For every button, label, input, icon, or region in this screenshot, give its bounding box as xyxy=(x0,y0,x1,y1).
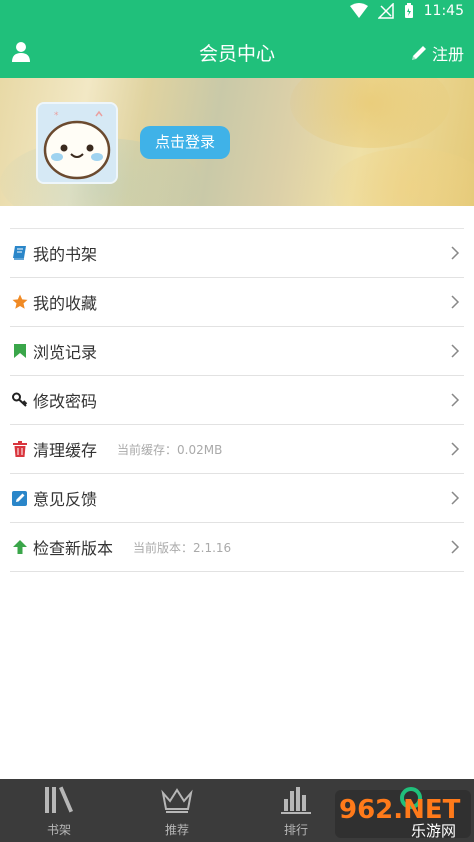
pencil-icon xyxy=(411,46,426,60)
chevron-right-icon xyxy=(451,393,460,407)
chevron-right-icon xyxy=(451,442,460,456)
menu-item-label: 修改密码 xyxy=(33,392,98,411)
status-icons: 11:45 xyxy=(349,3,464,19)
menu-item-label: 我的书架 xyxy=(33,245,98,264)
svg-text:*: * xyxy=(54,111,59,121)
menu-item-label: 清理缓存 xyxy=(33,441,98,460)
watermark-logo: 962.NET 乐游网 xyxy=(335,787,471,840)
watermark-text-bottom: 乐游网 xyxy=(411,822,456,840)
register-label: 注册 xyxy=(431,45,464,64)
tab-bookshelf[interactable]: 书架 xyxy=(0,779,118,842)
smiley-avatar-icon: * xyxy=(38,104,116,182)
tab-label: 推荐 xyxy=(164,823,189,837)
menu-item-favorites[interactable]: 我的收藏 xyxy=(10,278,464,327)
tab-recommend[interactable]: 推荐 xyxy=(118,779,236,842)
chevron-right-icon xyxy=(451,540,460,554)
cache-size-text: 当前缓存：0.02MB xyxy=(117,442,223,457)
login-button[interactable]: 点击登录 xyxy=(140,126,230,159)
watermark-text-top: 962.NET xyxy=(339,795,461,825)
no-signal-icon xyxy=(377,3,394,19)
star-icon xyxy=(11,293,29,311)
tab-label: 书架 xyxy=(46,823,71,837)
menu-item-clear-cache[interactable]: 清理缓存 当前缓存：0.02MB xyxy=(10,425,464,474)
status-bar: 11:45 xyxy=(0,0,474,26)
menu-item-label: 我的收藏 xyxy=(33,294,98,313)
menu-item-history[interactable]: 浏览记录 xyxy=(10,327,464,376)
menu-item-change-password[interactable]: 修改密码 xyxy=(10,376,464,425)
register-button[interactable]: 注册 xyxy=(410,41,464,65)
version-text: 当前版本：2.1.16 xyxy=(133,540,232,555)
menu-item-bookshelf[interactable]: 我的书架 xyxy=(10,229,464,278)
menu-item-check-update[interactable]: 检查新版本 当前版本：2.1.16 xyxy=(10,523,464,572)
page-title: 会员中心 xyxy=(198,43,275,65)
settings-menu: 我的书架 我的收藏 浏览记录 修改密码 清理缓存 当前缓存：0.02MB 意见反… xyxy=(10,228,464,572)
avatar[interactable]: * xyxy=(36,102,118,184)
status-time: 11:45 xyxy=(423,3,464,19)
book-icon xyxy=(11,244,29,262)
chevron-right-icon xyxy=(451,491,460,505)
bar-chart-icon xyxy=(281,787,311,814)
bookshelf-icon xyxy=(45,786,73,813)
wifi-icon xyxy=(349,3,368,18)
bookmark-icon xyxy=(11,342,29,360)
app-bar: 会员中心 注册 xyxy=(0,26,474,78)
menu-item-label: 浏览记录 xyxy=(33,343,98,362)
battery-icon xyxy=(404,3,413,18)
crown-icon xyxy=(161,788,193,813)
arrow-up-icon xyxy=(11,538,29,556)
edit-icon xyxy=(11,489,29,507)
banner-decoration xyxy=(330,148,474,206)
banner-decoration xyxy=(290,78,450,148)
chevron-right-icon xyxy=(451,246,460,260)
chevron-right-icon xyxy=(451,295,460,309)
key-icon xyxy=(11,391,29,409)
trash-icon xyxy=(11,440,29,458)
menu-item-feedback[interactable]: 意见反馈 xyxy=(10,474,464,523)
chevron-right-icon xyxy=(451,344,460,358)
menu-item-label: 检查新版本 xyxy=(33,539,114,558)
menu-item-label: 意见反馈 xyxy=(33,490,98,509)
profile-banner: * 点击登录 xyxy=(0,78,474,206)
